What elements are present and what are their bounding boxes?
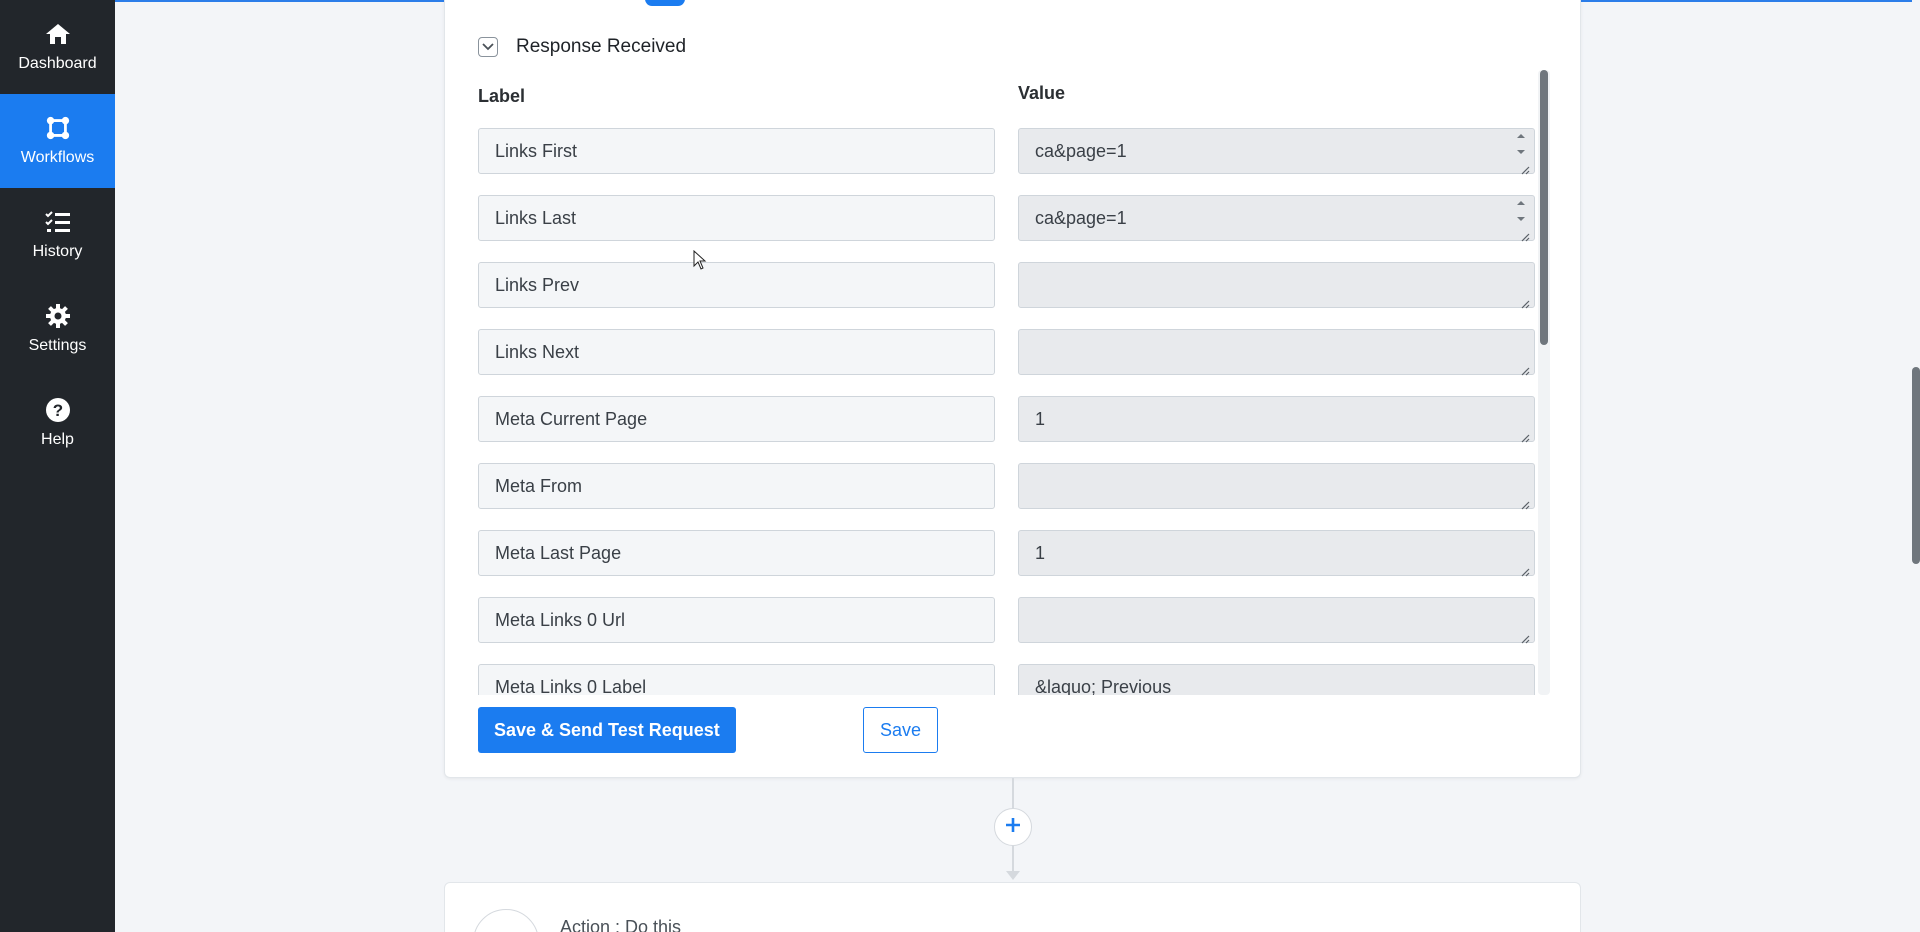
field-row: Links First ca&page=1 xyxy=(478,128,1538,175)
collapse-toggle[interactable] xyxy=(478,37,498,57)
page-scrollbar-thumb[interactable] xyxy=(1912,367,1920,564)
field-value-text: &laquo; Previous xyxy=(1035,676,1172,696)
resize-grip-icon[interactable] xyxy=(1520,159,1530,175)
history-icon xyxy=(44,209,71,235)
value-column-header: Value xyxy=(1018,83,1066,103)
sidebar-item-label: Help xyxy=(41,431,74,448)
field-value-textarea[interactable] xyxy=(1018,463,1535,510)
help-icon: ? xyxy=(45,397,71,423)
next-step-title: Action : Do this xyxy=(560,917,682,932)
connector-line xyxy=(1012,845,1014,873)
field-row: Meta Links 0 Url xyxy=(478,597,1538,644)
section-title: Response Received xyxy=(516,36,687,57)
workflow-step-card: Response Received Label Value Links Firs… xyxy=(444,0,1581,778)
sidebar-item-history[interactable]: History xyxy=(0,188,115,282)
field-row: Meta Links 0 Label &laquo; Previous xyxy=(478,664,1538,695)
svg-text:?: ? xyxy=(52,401,62,420)
chevron-down-icon xyxy=(482,38,494,56)
sidebar-item-label: Workflows xyxy=(20,149,95,166)
field-row: Links Next xyxy=(478,329,1538,376)
field-label-input[interactable]: Links Prev xyxy=(478,262,995,308)
toggle-switch[interactable] xyxy=(645,0,685,6)
response-fields-list[interactable]: Links First ca&page=1 Links Last ca&page… xyxy=(478,128,1538,695)
mouse-cursor-icon xyxy=(693,249,707,270)
field-row: Meta From xyxy=(478,463,1538,510)
field-label-input[interactable]: Meta Last Page xyxy=(478,530,995,576)
plus-icon xyxy=(1005,817,1021,838)
field-value-textarea[interactable]: ca&page=1 xyxy=(1018,128,1535,175)
sidebar-item-label: Dashboard xyxy=(18,55,97,72)
resize-grip-icon[interactable] xyxy=(1520,427,1530,443)
home-icon xyxy=(45,21,71,47)
scroll-spinner[interactable] xyxy=(1514,200,1528,222)
field-value-text: 1 xyxy=(1035,542,1046,563)
field-value-text: ca&page=1 xyxy=(1035,207,1127,228)
app-avatar: ... xyxy=(473,909,539,932)
field-label-input[interactable]: Links Next xyxy=(478,329,995,375)
field-row: Links Prev xyxy=(478,262,1538,309)
save-button[interactable]: Save xyxy=(863,707,939,753)
resize-grip-icon[interactable] xyxy=(1520,293,1530,309)
field-label-input[interactable]: Meta Links 0 Url xyxy=(478,597,995,643)
main-content: Response Received Label Value Links Firs… xyxy=(115,0,1920,932)
field-value-text: ca&page=1 xyxy=(1035,140,1127,161)
next-step-card[interactable]: ... Action : Do this xyxy=(444,882,1581,932)
field-label-input[interactable]: Meta Current Page xyxy=(478,396,995,442)
response-section-header[interactable]: Response Received xyxy=(478,36,686,58)
arrow-down-icon xyxy=(1006,871,1020,880)
app-root: Dashboard Workflows History Settings ? H… xyxy=(0,0,1920,932)
field-value-textarea[interactable] xyxy=(1018,597,1535,644)
resize-grip-icon[interactable] xyxy=(1520,628,1530,644)
sidebar-item-help[interactable]: ? Help xyxy=(0,376,115,470)
field-label-input[interactable]: Meta Links 0 Label xyxy=(478,664,995,695)
field-label-input[interactable]: Links Last xyxy=(478,195,995,241)
field-value-textarea[interactable]: ca&page=1 xyxy=(1018,195,1535,242)
add-step-button[interactable] xyxy=(994,808,1032,846)
label-column-header: Label xyxy=(478,86,526,106)
workflow-icon xyxy=(45,115,71,141)
sidebar-item-settings[interactable]: Settings xyxy=(0,282,115,376)
field-value-text: 1 xyxy=(1035,408,1046,429)
resize-grip-icon[interactable] xyxy=(1520,494,1530,510)
field-label-input[interactable]: Meta From xyxy=(478,463,995,509)
gear-icon xyxy=(45,303,71,329)
scroll-spinner[interactable] xyxy=(1514,133,1528,155)
resize-grip-icon[interactable] xyxy=(1520,360,1530,376)
app-avatar-text: ... xyxy=(499,924,512,932)
sidebar: Dashboard Workflows History Settings ? H… xyxy=(0,0,115,932)
field-label-input[interactable]: Links First xyxy=(478,128,995,174)
sidebar-item-label: Settings xyxy=(28,337,87,354)
field-row: Meta Last Page 1 xyxy=(478,530,1538,577)
field-value-textarea[interactable] xyxy=(1018,329,1535,376)
field-value-textarea[interactable]: 1 xyxy=(1018,530,1535,577)
save-send-test-button[interactable]: Save & Send Test Request xyxy=(478,707,736,753)
sidebar-item-workflows[interactable]: Workflows xyxy=(0,94,115,188)
field-value-textarea[interactable]: 1 xyxy=(1018,396,1535,443)
sidebar-item-dashboard[interactable]: Dashboard xyxy=(0,0,115,94)
page-scrollbar[interactable] xyxy=(1912,0,1920,932)
field-row: Meta Current Page 1 xyxy=(478,396,1538,443)
resize-grip-icon[interactable] xyxy=(1520,226,1530,242)
fields-scrollbar-thumb[interactable] xyxy=(1540,70,1548,345)
field-row: Links Last ca&page=1 xyxy=(478,195,1538,242)
resize-grip-icon[interactable] xyxy=(1520,561,1530,577)
sidebar-item-label: History xyxy=(32,243,83,260)
field-value-textarea[interactable] xyxy=(1018,262,1535,309)
field-value-textarea[interactable]: &laquo; Previous xyxy=(1018,664,1535,695)
connector-line xyxy=(1012,778,1014,810)
fields-scrollbar[interactable] xyxy=(1538,70,1550,695)
